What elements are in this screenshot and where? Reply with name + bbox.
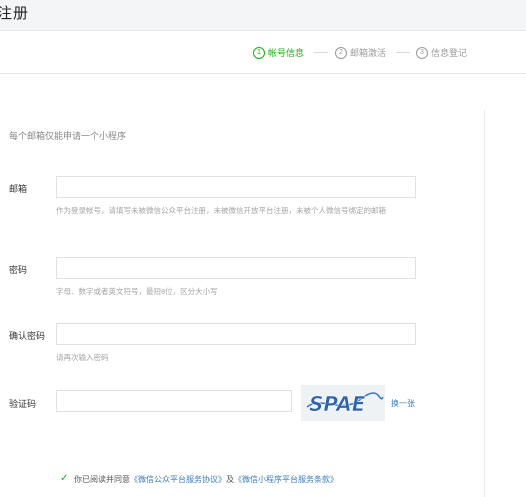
confirm-password-label: 确认密码 xyxy=(9,331,46,341)
captcha-field[interactable] xyxy=(56,390,292,412)
step-number: 3 xyxy=(416,46,428,59)
step-label: 邮箱激活 xyxy=(350,48,387,58)
platform-agreement-link[interactable]: 《微信公众平台服务协议》 xyxy=(130,475,226,484)
captcha-text: SPAE xyxy=(309,392,366,416)
email-label: 邮箱 xyxy=(9,184,28,194)
captcha-label: 验证码 xyxy=(9,399,37,409)
step-separator xyxy=(314,52,328,53)
confirm-password-field[interactable] xyxy=(56,323,416,345)
miniprogram-terms-link[interactable]: 《微信小程序平台服务条款》 xyxy=(234,475,338,484)
email-field[interactable] xyxy=(56,176,416,198)
password-field[interactable] xyxy=(56,257,416,279)
confirm-password-hint: 请再次输入密码 xyxy=(56,353,109,362)
step-label: 信息登记 xyxy=(431,48,468,58)
email-hint: 作为登录帐号，请填写未被微信公众平台注册，未被微信开放平台注册，未被个人微信号绑… xyxy=(56,206,386,215)
password-label: 密码 xyxy=(9,265,28,275)
captcha-image[interactable]: SPAE xyxy=(301,385,385,421)
captcha-graphic: SPAE xyxy=(306,392,384,416)
agreement-text: 你已阅读并同意《微信公众平台服务协议》及《微信小程序平台服务条款》 xyxy=(74,473,374,486)
agreement-checkbox[interactable]: ✓ xyxy=(60,474,69,484)
step-number: 2 xyxy=(335,46,347,59)
step-label: 帐号信息 xyxy=(268,48,305,58)
step-separator xyxy=(396,52,410,53)
step-number: 1 xyxy=(253,46,265,59)
form-intro: 每个邮箱仅能申请一个小程序 xyxy=(9,131,127,141)
agreement-prefix: 你已阅读并同意 xyxy=(74,475,130,484)
page-header: 注册 xyxy=(0,0,526,31)
agreement-joiner: 及 xyxy=(226,475,234,484)
step-info-registration: 3 信息登记 xyxy=(416,46,467,59)
step-indicator: 1 帐号信息 2 邮箱激活 3 信息登记 xyxy=(0,31,526,74)
refresh-captcha-link[interactable]: 换一张 xyxy=(391,398,415,409)
step-email-activation: 2 邮箱激活 xyxy=(335,46,386,59)
step-account-info: 1 帐号信息 xyxy=(253,46,304,59)
sidebar-divider xyxy=(484,110,485,497)
password-hint: 字母、数字或者英文符号，最短8位，区分大小写 xyxy=(56,287,218,296)
page-title: 注册 xyxy=(0,5,30,22)
